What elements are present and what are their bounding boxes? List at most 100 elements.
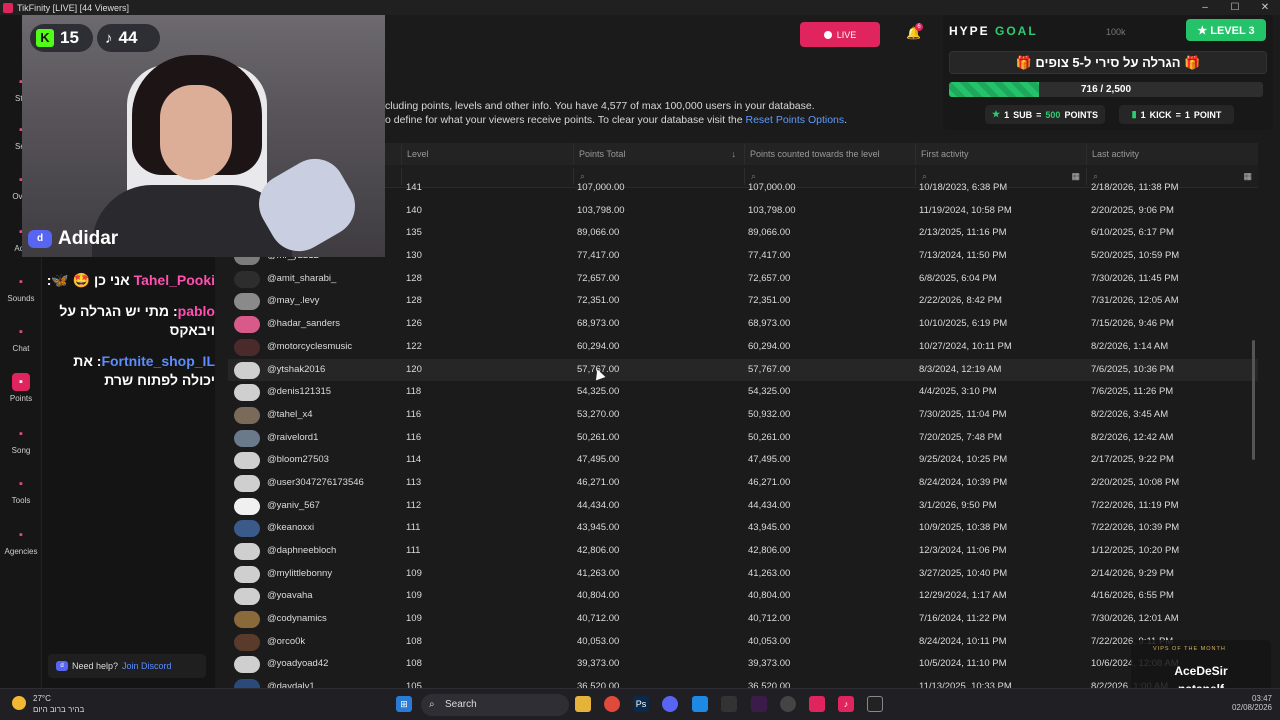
cell-points-counted: 46,271.00 <box>748 476 791 488</box>
cell-level: 128 <box>406 272 422 284</box>
streamer-name-text: Adidar <box>58 228 119 249</box>
search-label: Search <box>445 699 477 710</box>
cell-level: 108 <box>406 658 422 670</box>
table-row[interactable]: @keanoxxi 111 43,945.00 43,945.00 10/9/2025,… <box>228 517 1258 540</box>
window-titlebar: TikFinity [LIVE] [44 Viewers] – ☐ ✕ <box>0 0 1280 15</box>
reset-points-link[interactable]: Reset Points Options <box>746 114 845 126</box>
live-button[interactable]: LIVE <box>800 22 880 47</box>
cell-level: 114 <box>406 454 422 466</box>
cell-points-total: 46,271.00 <box>577 476 620 488</box>
table-row[interactable]: @may_.levy 128 72,351.00 72,351.00 2/22/2026… <box>228 290 1258 313</box>
chat-message: pablo: מתי יש הגרלה על ויבאקס <box>59 303 215 338</box>
header-level[interactable]: Level <box>401 143 573 165</box>
cell-first-activity: 9/25/2024, 10:25 PM <box>919 454 1008 466</box>
cell-level: 128 <box>406 295 422 307</box>
header-last-activity[interactable]: Last activity <box>1086 143 1258 165</box>
cell-level: 109 <box>406 590 422 602</box>
table-row[interactable]: @orco0k 108 40,053.00 40,053.00 8/24/2024, 1… <box>228 631 1258 654</box>
cell-level: 111 <box>406 545 421 556</box>
join-discord-link[interactable]: Join Discord <box>122 661 172 671</box>
table-row[interactable]: @denis121315 118 54,325.00 54,325.00 4/4/202… <box>228 381 1258 404</box>
clock[interactable]: 03:47 02/08/2026 <box>1222 694 1272 712</box>
cell-points-total: 44,434.00 <box>577 499 620 511</box>
table-row[interactable]: @raivelord1 116 50,261.00 50,261.00 7/20/202… <box>228 427 1258 450</box>
minimize-button[interactable]: – <box>1190 2 1220 13</box>
nav-item-sounds[interactable]: ▪ Sounds <box>0 273 42 303</box>
cell-first-activity: 10/9/2025, 10:38 PM <box>919 522 1008 534</box>
table-row[interactable]: @hadar_sanders 126 68,973.00 68,973.00 10/10… <box>228 313 1258 336</box>
header-points-counted[interactable]: Points counted towards the level <box>744 143 915 165</box>
table-row[interactable]: @ytshak2016 120 57,767.00 57,767.00 8/3/2024… <box>228 358 1258 382</box>
cell-first-activity: 7/16/2024, 11:22 PM <box>919 613 1007 625</box>
cell-points-total: 42,806.00 <box>577 545 620 556</box>
cell-level: 126 <box>406 318 422 330</box>
table-row[interactable]: @tahel_x4 116 53,270.00 50,932.00 7/30/2025,… <box>228 404 1258 427</box>
table-row[interactable]: @yaniv_567 112 44,434.00 44,434.00 3/1/2026,… <box>228 495 1258 518</box>
nav-item-chat[interactable]: ▪ Chat <box>0 323 42 353</box>
cell-first-activity: 12/29/2024, 1:17 AM <box>919 590 1007 602</box>
webcam-face <box>160 85 232 180</box>
cell-points-total: 72,657.00 <box>577 272 620 284</box>
notepad-icon[interactable] <box>692 696 708 712</box>
cell-level: 116 <box>406 408 422 420</box>
table-row[interactable]: @yoavaha 109 40,804.00 40,804.00 12/29/2024,… <box>228 585 1258 608</box>
obs-icon[interactable] <box>780 696 796 712</box>
cell-username: @keanoxxi <box>267 522 315 534</box>
cell-last-activity: 2/20/2025, 10:08 PM <box>1091 476 1180 488</box>
clock-time: 03:47 <box>1251 694 1272 703</box>
rule-sub-b: POINTS <box>1064 109 1098 120</box>
tiktok-icon[interactable]: ♪ <box>838 696 854 712</box>
table-row[interactable]: @yoadyoad42 108 39,373.00 39,373.00 10/5/202… <box>228 653 1258 676</box>
close-button[interactable]: ✕ <box>1250 2 1280 13</box>
kick-icon: ▮ <box>1131 109 1137 119</box>
cell-level: 141 <box>406 182 422 193</box>
discord-icon[interactable] <box>662 696 678 712</box>
terminal-icon[interactable] <box>721 696 737 712</box>
app-icon[interactable] <box>751 696 767 712</box>
cell-username: @daphneebloch <box>267 545 337 556</box>
chrome-icon[interactable] <box>604 696 620 712</box>
table-row[interactable]: @user3047276173546 113 46,271.00 46,271.00 8… <box>228 472 1258 495</box>
hype-title-a: HYPE <box>949 24 996 38</box>
nav-label: Tools <box>11 496 31 505</box>
cell-last-activity: 2/18/2026, 11:38 PM <box>1091 182 1179 193</box>
cell-first-activity: 6/8/2025, 6:04 PM <box>919 272 997 284</box>
nav-item-tools[interactable]: ▪ Tools <box>0 475 42 505</box>
nav-item-song[interactable]: ▪ Song <box>0 425 42 455</box>
cell-points-total: 77,417.00 <box>577 250 620 262</box>
cell-last-activity: 5/20/2025, 10:59 PM <box>1091 250 1180 262</box>
table-row[interactable]: @daphneebloch 111 42,806.00 42,806.00 12/3/2… <box>228 540 1258 563</box>
taskbar-search[interactable]: ⌕ Search <box>421 694 569 716</box>
photoshop-icon[interactable]: Ps <box>633 696 649 712</box>
cell-points-counted: 89,066.00 <box>748 227 791 239</box>
nav-item-agencies[interactable]: ▪ Agencies <box>0 526 42 556</box>
file-explorer-icon[interactable] <box>575 696 591 712</box>
cell-points-total: 40,053.00 <box>577 635 620 647</box>
cell-points-total: 53,270.00 <box>577 408 620 420</box>
table-row[interactable]: @daydaly1 105 36,520.00 36,520.00 11/13/2025… <box>228 676 1258 688</box>
nav-item-points[interactable]: ▪ Points <box>0 373 42 403</box>
table-row[interactable]: @mylittlebonny 109 41,263.00 41,263.00 3/27/… <box>228 563 1258 586</box>
window-title: TikFinity [LIVE] [44 Viewers] <box>17 2 130 13</box>
table-row[interactable]: @motorcyclesmusic 122 60,294.00 60,294.00 10… <box>228 336 1258 359</box>
table-row[interactable]: @bloom27503 114 47,495.00 47,495.00 9/25/202… <box>228 449 1258 472</box>
header-points-total[interactable]: Points Total ↓ <box>573 143 744 165</box>
cell-last-activity: 7/30/2026, 11:45 PM <box>1091 272 1179 284</box>
cell-username: @codynamics <box>267 613 327 625</box>
cell-first-activity: 2/13/2025, 11:16 PM <box>919 227 1007 239</box>
maximize-button[interactable]: ☐ <box>1220 2 1250 13</box>
header-first-activity[interactable]: First activity <box>915 143 1086 165</box>
table-row[interactable]: @codynamics 109 40,712.00 40,712.00 7/16/202… <box>228 608 1258 631</box>
windows-start-icon[interactable]: ⊞ <box>396 696 412 712</box>
table-scrollbar[interactable] <box>1252 340 1255 460</box>
cell-points-counted: 43,945.00 <box>748 522 791 534</box>
tikfinity-icon[interactable] <box>809 696 825 712</box>
cell-points-counted: 50,932.00 <box>748 408 791 420</box>
table-row[interactable]: @amit_sharabi_ 128 72,657.00 72,657.00 6/8/2… <box>228 268 1258 291</box>
discord-icon: d <box>28 230 52 248</box>
star-icon: ★ <box>992 109 1001 119</box>
cell-points-total: 72,351.00 <box>577 295 620 307</box>
epic-games-icon[interactable] <box>867 696 883 712</box>
cell-username: @yoavaha <box>267 590 313 602</box>
cell-first-activity: 3/1/2026, 9:50 PM <box>919 499 997 511</box>
